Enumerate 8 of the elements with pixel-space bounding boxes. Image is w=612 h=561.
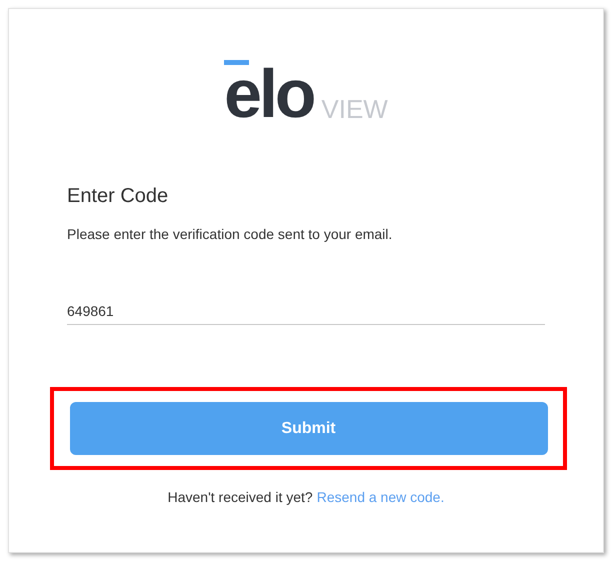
resend-link[interactable]: Resend a new code.	[316, 487, 444, 508]
logo-wordmark: elo	[224, 60, 314, 121]
resend-prompt: Haven't received it yet?	[168, 488, 313, 507]
heading: Enter Code	[67, 184, 168, 209]
logo-product-name: VIEW	[321, 98, 388, 120]
code-field[interactable]: 649861	[67, 297, 545, 325]
instructions: Please enter the verification code sent to your email.	[67, 225, 392, 244]
submit-button[interactable]: Submit	[70, 402, 548, 455]
